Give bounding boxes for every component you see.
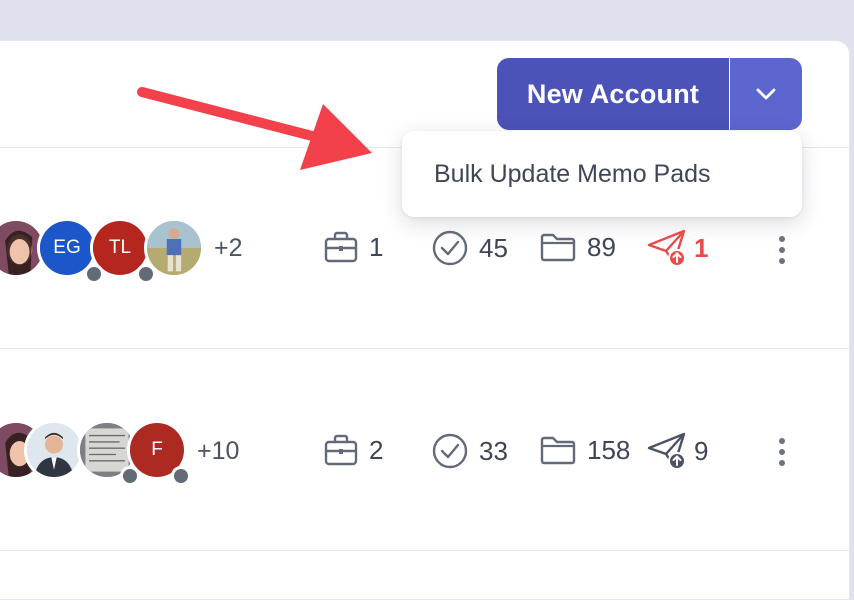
send-upload-icon — [647, 432, 686, 470]
avatar-initials: F — [151, 439, 163, 460]
accounts-count: 2 — [369, 434, 384, 465]
accounts-stat[interactable]: 1 — [323, 229, 383, 265]
new-account-dropdown-menu: Bulk Update Memo Pads — [402, 131, 802, 217]
folder-icon — [540, 233, 576, 262]
tasks-count: 33 — [479, 435, 508, 466]
chevron-down-icon — [756, 88, 776, 100]
avatar-initials: EG — [53, 237, 81, 258]
files-stat[interactable]: 89 — [539, 229, 616, 265]
more-members-count[interactable]: +10 — [197, 437, 239, 466]
files-stat[interactable]: 158 — [539, 432, 630, 468]
status-dot — [136, 264, 156, 284]
briefcase-icon — [324, 231, 358, 263]
sent-count: 1 — [694, 232, 709, 263]
new-account-button[interactable]: New Account — [497, 58, 729, 130]
tasks-count: 45 — [479, 232, 508, 263]
sent-stat[interactable]: 9 — [646, 430, 708, 472]
send-upload-icon — [647, 229, 686, 267]
tasks-stat[interactable]: 45 — [431, 229, 508, 267]
avatar-initials: TL — [108, 237, 132, 258]
status-dot — [171, 466, 191, 486]
check-circle-icon — [432, 433, 468, 469]
briefcase-icon — [324, 434, 358, 466]
row-divider — [0, 348, 850, 349]
sent-stat[interactable]: 1 — [646, 227, 708, 269]
more-members-count[interactable]: +2 — [214, 234, 243, 263]
accounts-count: 1 — [369, 231, 384, 262]
check-circle-icon — [432, 230, 468, 266]
user-photo-icon — [27, 423, 81, 477]
accounts-stat[interactable]: 2 — [323, 432, 383, 468]
folder-icon — [540, 436, 576, 465]
new-account-label: New Account — [526, 78, 700, 109]
tasks-stat[interactable]: 33 — [431, 432, 508, 470]
avatar[interactable] — [24, 420, 84, 480]
status-dot — [84, 264, 104, 284]
row-actions-menu-icon[interactable] — [772, 438, 792, 472]
sent-count: 9 — [694, 435, 709, 466]
new-account-options-button[interactable] — [730, 58, 802, 130]
menu-item-bulk-update-memo-pads[interactable]: Bulk Update Memo Pads — [434, 131, 711, 217]
files-count: 158 — [587, 434, 631, 465]
row-actions-menu-icon[interactable] — [772, 236, 792, 270]
row-divider — [0, 550, 850, 551]
new-account-button-group: New Account — [497, 58, 802, 130]
files-count: 89 — [587, 231, 616, 262]
